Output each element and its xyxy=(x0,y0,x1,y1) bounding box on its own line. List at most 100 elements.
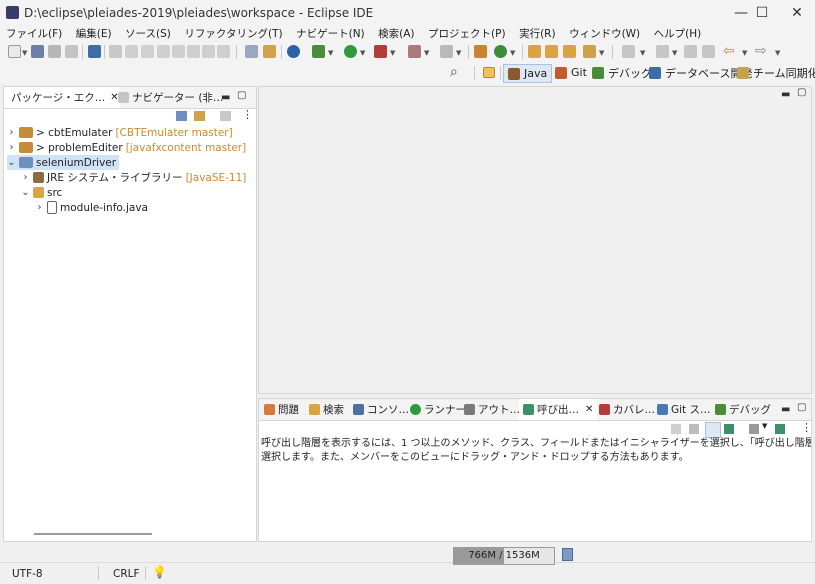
resume-icon[interactable] xyxy=(125,45,138,58)
stop-icon[interactable] xyxy=(157,45,170,58)
maximize-view-icon[interactable]: ▢ xyxy=(797,87,806,98)
open-resource-icon[interactable] xyxy=(545,45,558,58)
refresh-icon[interactable] xyxy=(671,424,681,434)
menu-source[interactable]: ソース(S) xyxy=(121,26,175,42)
tab-console[interactable]: コンソ… xyxy=(349,399,413,420)
chevron-right-icon[interactable]: › xyxy=(21,172,30,183)
cancel-search-icon[interactable] xyxy=(689,424,699,434)
annotation-icon[interactable] xyxy=(622,45,635,58)
run-icon[interactable] xyxy=(344,45,357,58)
collapse-all-icon[interactable] xyxy=(176,111,187,121)
search-icon[interactable]: ⌕ xyxy=(450,64,458,80)
menu-edit[interactable]: 編集(E) xyxy=(72,26,116,42)
menu-navigate[interactable]: ナビゲート(N) xyxy=(292,26,369,42)
perspective-java[interactable]: Java xyxy=(503,64,553,83)
tree-item[interactable]: › > cbtEmulater [CBTEmulater master] xyxy=(7,125,233,140)
settings-icon[interactable] xyxy=(287,45,300,58)
heap-status[interactable]: 766M / 1536M xyxy=(453,547,555,565)
task-icon[interactable] xyxy=(245,45,258,58)
tab-debug[interactable]: デバッグ xyxy=(711,399,775,420)
save-icon[interactable] xyxy=(31,45,44,58)
step-return-icon[interactable] xyxy=(217,45,230,58)
sync-icon[interactable] xyxy=(702,45,715,58)
history-icon[interactable] xyxy=(775,424,785,434)
back-icon[interactable]: ⇦ xyxy=(723,43,735,59)
terminal-icon[interactable] xyxy=(88,45,101,58)
chevron-down-icon[interactable]: ▼ xyxy=(22,49,27,57)
tab-coverage[interactable]: カバレ… xyxy=(595,399,659,420)
menu-help[interactable]: ヘルプ(H) xyxy=(650,26,706,42)
new-icon[interactable] xyxy=(8,45,21,58)
chevron-right-icon[interactable]: › xyxy=(35,202,44,213)
filter-icon[interactable] xyxy=(220,111,231,121)
disconnect-icon[interactable] xyxy=(172,45,185,58)
tree-item-selected[interactable]: ⌄ seleniumDriver xyxy=(7,155,120,170)
new-java-package-icon[interactable] xyxy=(474,45,487,58)
layout-icon[interactable] xyxy=(749,424,759,434)
menu-file[interactable]: ファイル(F) xyxy=(2,26,66,42)
garbage-collect-icon[interactable] xyxy=(562,548,573,561)
debug-icon[interactable] xyxy=(312,45,325,58)
open-perspective-icon[interactable] xyxy=(483,67,495,78)
lightbulb-icon[interactable]: 💡 xyxy=(152,565,167,579)
last-edit-icon[interactable] xyxy=(656,45,669,58)
pin-icon[interactable] xyxy=(684,45,697,58)
menu-window[interactable]: ウィンドウ(W) xyxy=(565,26,644,42)
forward-icon[interactable]: ⇨ xyxy=(755,43,767,59)
minimize-view-icon[interactable]: ▬ xyxy=(221,92,230,103)
menu-refactor[interactable]: リファクタリング(T) xyxy=(180,26,286,42)
maximize-view-icon[interactable]: ▢ xyxy=(237,90,246,101)
link-with-editor-icon[interactable] xyxy=(194,111,205,121)
tab-outline[interactable]: アウト… xyxy=(460,399,524,420)
perspective-team-sync[interactable]: チーム同期化 xyxy=(733,64,815,81)
bottom-tabbar: 問題 検索 コンソ… ランナー アウト… 呼び出… ✕ カバレ… Git ス… デ… xyxy=(259,399,811,421)
skip-breakpoints-icon[interactable] xyxy=(109,45,122,58)
step-into-icon[interactable] xyxy=(187,45,200,58)
open-type-icon[interactable] xyxy=(528,45,541,58)
step-over-icon[interactable] xyxy=(202,45,215,58)
spring-icon[interactable] xyxy=(263,45,276,58)
tab-search[interactable]: 検索 xyxy=(305,399,348,420)
chevron-down-icon[interactable]: ⌄ xyxy=(7,157,16,168)
menu-project[interactable]: プロジェクト(P) xyxy=(424,26,510,42)
chevron-down-icon[interactable]: ▼ xyxy=(762,422,767,430)
maximize-view-icon[interactable]: ▢ xyxy=(797,402,806,413)
tab-navigator[interactable]: ナビゲーター (非… xyxy=(114,87,227,108)
view-menu-icon[interactable]: ⋮ xyxy=(801,421,812,434)
encoding-status[interactable]: UTF-8 xyxy=(12,568,43,580)
toggle-icon[interactable] xyxy=(440,45,453,58)
caller-hierarchy-icon[interactable] xyxy=(705,422,721,438)
print-icon[interactable] xyxy=(65,45,78,58)
save-all-icon[interactable] xyxy=(48,45,61,58)
chevron-down-icon[interactable]: ⌄ xyxy=(21,187,30,198)
open-task-icon[interactable] xyxy=(563,45,576,58)
close-button[interactable]: ✕ xyxy=(775,0,815,26)
menu-search[interactable]: 検索(A) xyxy=(374,26,418,42)
view-menu-icon[interactable]: ⋮ xyxy=(242,108,253,121)
coverage-icon[interactable] xyxy=(374,45,387,58)
tab-call-hierarchy[interactable]: 呼び出… ✕ xyxy=(519,399,598,420)
tree-item[interactable]: › JRE システム・ライブラリー [JavaSE-11] xyxy=(21,170,247,185)
new-java-class-icon[interactable] xyxy=(494,45,507,58)
external-tools-icon[interactable] xyxy=(408,45,421,58)
search-tool-icon[interactable] xyxy=(583,45,596,58)
line-ending-status[interactable]: CRLF xyxy=(113,568,140,580)
menu-run[interactable]: 実行(R) xyxy=(515,26,560,42)
tree-item[interactable]: ⌄ src xyxy=(21,185,62,200)
tree-item[interactable]: › > problemEditer [javafxcontent master] xyxy=(7,140,247,155)
chevron-right-icon[interactable]: › xyxy=(7,142,16,153)
minimize-view-icon[interactable]: ▬ xyxy=(781,89,790,100)
source-folder-icon xyxy=(33,187,44,198)
minimize-view-icon[interactable]: ▬ xyxy=(781,404,790,415)
chevron-right-icon[interactable]: › xyxy=(7,127,16,138)
close-icon[interactable]: ✕ xyxy=(585,404,593,415)
bug-icon xyxy=(715,404,726,415)
suspend-icon[interactable] xyxy=(141,45,154,58)
tab-package-explorer[interactable]: パッケージ・エク… ✕ xyxy=(4,87,120,108)
tab-problems[interactable]: 問題 xyxy=(260,399,303,420)
perspective-git[interactable]: Git xyxy=(551,64,591,81)
tree-item[interactable]: › module-info.java xyxy=(35,200,148,215)
tab-git-staging[interactable]: Git ス… xyxy=(653,399,715,420)
horizontal-scrollbar[interactable] xyxy=(34,533,152,535)
callee-hierarchy-icon[interactable] xyxy=(724,424,734,434)
